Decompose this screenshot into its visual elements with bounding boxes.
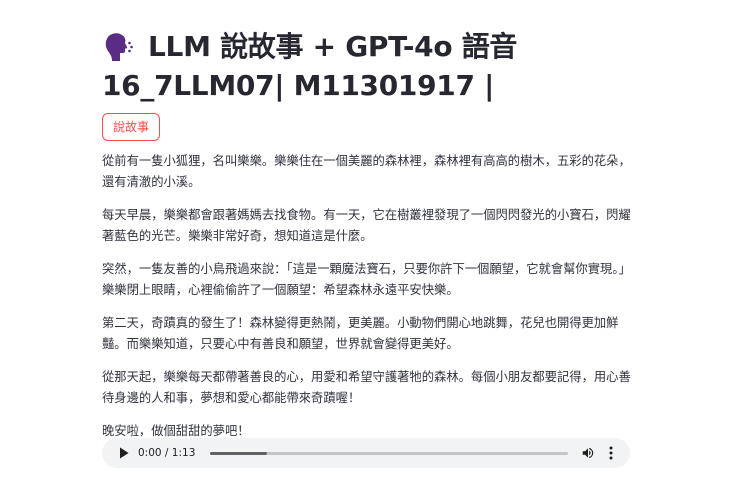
- story-paragraph: 從那天起，樂樂每天都帶著善良的心，用愛和希望守護著牠的森林。每個小朋友都要記得，…: [102, 370, 631, 405]
- tell-story-button[interactable]: 說故事: [102, 113, 161, 141]
- story-paragraph: 每天早晨，樂樂都會跟著媽媽去找食物。有一天，它在樹叢裡發現了一個閃閃發光的小寶石…: [102, 208, 631, 243]
- volume-icon[interactable]: [580, 445, 596, 461]
- page-title: LLM 說故事 + GPT-4o 語音 16_7LLM07| M11301917…: [102, 0, 632, 105]
- title-line-1: LLM 說故事 + GPT-4o 語音: [102, 27, 632, 66]
- app-page: LLM 說故事 + GPT-4o 語音 16_7LLM07| M11301917…: [0, 0, 742, 496]
- story-paragraph: 第二天，奇蹟真的發生了！森林變得更熱鬧，更美麗。小動物們開心地跳舞，花兒也開得更…: [102, 316, 619, 351]
- main-content: LLM 說故事 + GPT-4o 語音 16_7LLM07| M11301917…: [102, 0, 632, 455]
- more-vert-icon[interactable]: [604, 445, 618, 461]
- audio-progress-fill: [210, 451, 268, 455]
- title-text: LLM 說故事 + GPT-4o 語音: [148, 30, 518, 63]
- audio-time: 0:00 / 1:13: [138, 447, 196, 459]
- speaking-head-icon: [102, 31, 134, 63]
- title-line-2: 16_7LLM07| M11301917 |: [102, 69, 495, 102]
- story-paragraph: 從前有一隻小狐狸，名叫樂樂。樂樂住在一個美麗的森林裡，森林裡有高高的樹木，五彩的…: [102, 154, 631, 189]
- audio-player: 0:00 / 1:13: [102, 438, 630, 468]
- story-text: 從前有一隻小狐狸，名叫樂樂。樂樂住在一個美麗的森林裡，森林裡有高高的樹木，五彩的…: [102, 151, 632, 442]
- play-icon[interactable]: [116, 445, 132, 461]
- story-paragraph: 突然，一隻友善的小鳥飛過來說：「這是一顆魔法寶石，只要你許下一個願望，它就會幫你…: [102, 262, 631, 297]
- audio-progress-bar[interactable]: [210, 451, 568, 455]
